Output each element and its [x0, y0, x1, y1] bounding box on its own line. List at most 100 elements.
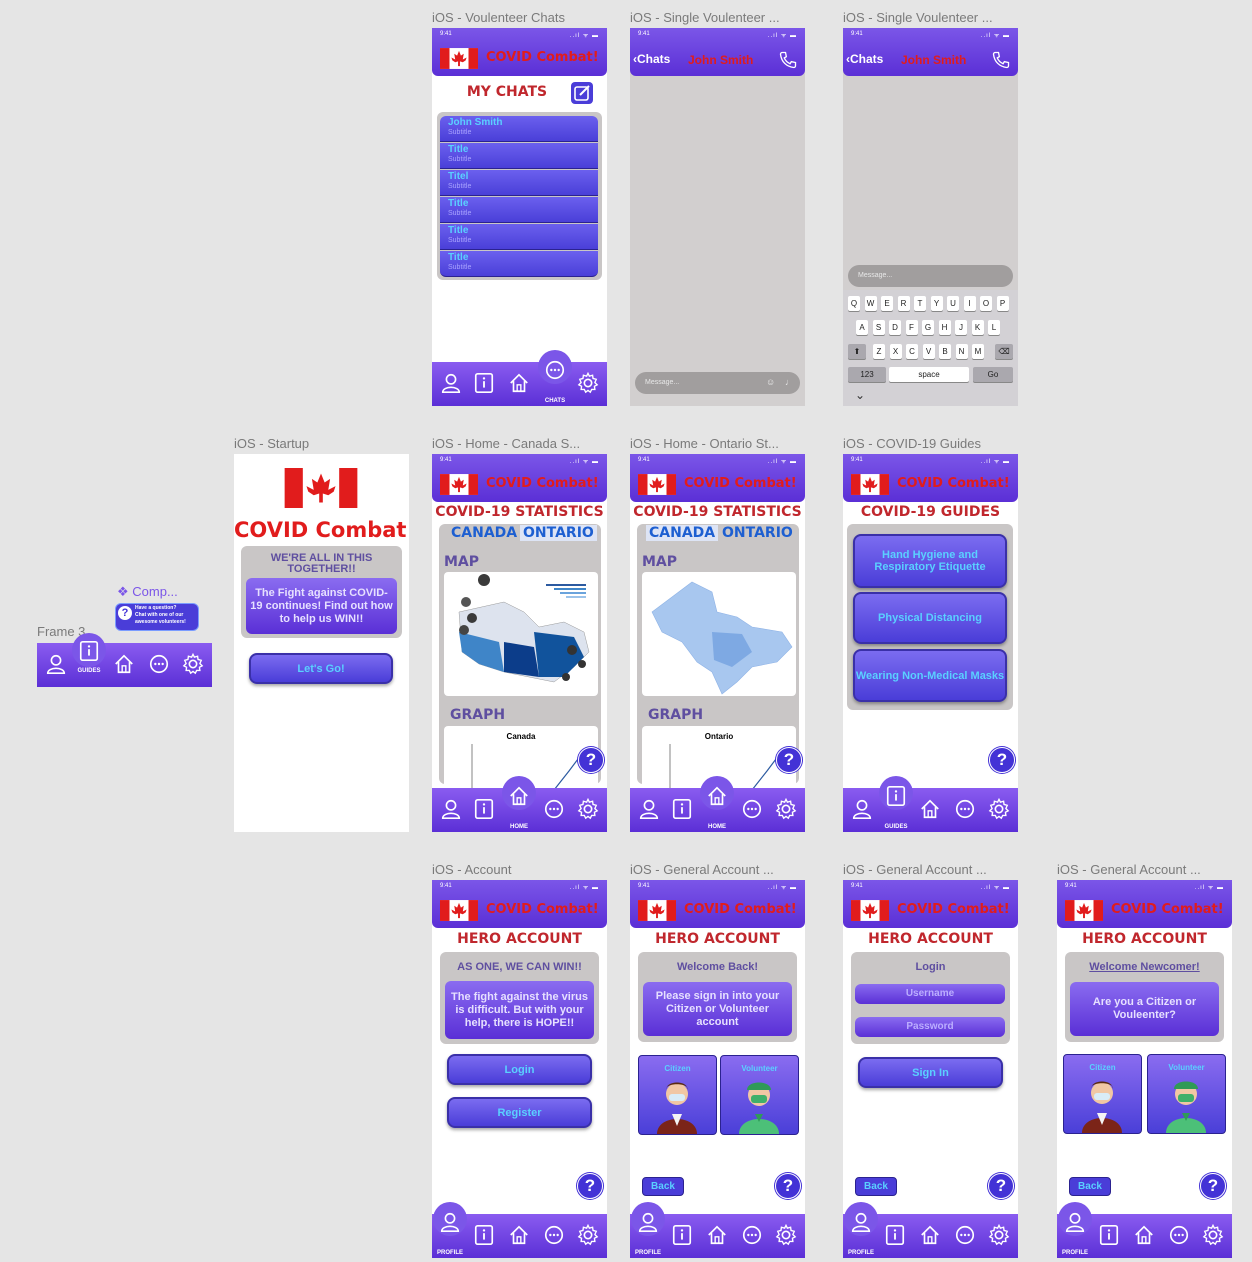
- guides-icon[interactable]: [885, 785, 907, 807]
- back-button[interactable]: Back: [855, 1177, 897, 1196]
- key-c[interactable]: C: [906, 344, 918, 359]
- guide-masks[interactable]: Wearing Non-Medical Masks: [853, 649, 1007, 702]
- sign-in-button[interactable]: Sign In: [858, 1057, 1003, 1088]
- chat-item[interactable]: Title Subtitle: [440, 224, 598, 250]
- chat-item[interactable]: Title Subtitle: [440, 197, 598, 223]
- guide-hand-hygiene[interactable]: Hand Hygiene and Respiratory Etiquette: [853, 534, 1007, 588]
- tab-ontario[interactable]: ONTARIO: [520, 525, 597, 541]
- key-h[interactable]: H: [938, 320, 951, 335]
- chat-icon[interactable]: [543, 1224, 565, 1246]
- guides-icon[interactable]: [1098, 1224, 1120, 1246]
- gear-icon[interactable]: [775, 1224, 797, 1246]
- lets-go-button[interactable]: Let's Go!: [249, 653, 393, 684]
- gear-icon[interactable]: [577, 798, 599, 820]
- key-a[interactable]: A: [856, 320, 868, 335]
- chat-icon[interactable]: [741, 1224, 763, 1246]
- guides-icon[interactable]: [671, 798, 693, 820]
- guides-icon[interactable]: [884, 1224, 906, 1246]
- key-s[interactable]: S: [872, 320, 885, 335]
- chat-icon[interactable]: [741, 798, 763, 820]
- gear-icon[interactable]: [988, 1224, 1010, 1246]
- home-icon[interactable]: [1133, 1224, 1155, 1246]
- key-e[interactable]: E: [881, 296, 893, 311]
- key-l[interactable]: L: [988, 320, 1000, 335]
- back-button[interactable]: Back: [1069, 1177, 1111, 1196]
- password-field[interactable]: Password: [855, 1017, 1005, 1037]
- citizen-card[interactable]: Citizen: [638, 1055, 717, 1135]
- phone-icon[interactable]: [991, 50, 1011, 70]
- message-input[interactable]: Message...: [635, 372, 800, 394]
- message-input[interactable]: Message...: [848, 265, 1013, 287]
- home-icon[interactable]: [508, 785, 530, 807]
- key-v[interactable]: V: [922, 344, 935, 359]
- home-icon[interactable]: [706, 1224, 728, 1246]
- shift-key[interactable]: ⬆: [848, 344, 866, 359]
- delete-key[interactable]: ⌫: [995, 344, 1013, 359]
- chat-icon[interactable]: [954, 1224, 976, 1246]
- guide-physical-distancing[interactable]: Physical Distancing: [853, 592, 1007, 644]
- key-f[interactable]: F: [905, 320, 918, 335]
- tab-canada[interactable]: CANADA: [451, 525, 517, 541]
- profile-icon[interactable]: [1064, 1211, 1086, 1233]
- chat-icon[interactable]: [1168, 1224, 1190, 1246]
- guides-icon[interactable]: [671, 1224, 693, 1246]
- key-m[interactable]: M: [972, 344, 984, 359]
- key-n[interactable]: N: [955, 344, 968, 359]
- profile-icon[interactable]: [440, 798, 462, 820]
- gear-icon[interactable]: [182, 653, 204, 675]
- key-w[interactable]: W: [864, 296, 877, 311]
- space-key[interactable]: space: [889, 367, 969, 382]
- help-button[interactable]: ?: [989, 747, 1015, 773]
- back-chats-button[interactable]: ‹Chats: [846, 52, 883, 66]
- username-field[interactable]: Username: [855, 984, 1005, 1004]
- key-x[interactable]: X: [889, 344, 902, 359]
- phone-icon[interactable]: [778, 50, 798, 70]
- key-z[interactable]: Z: [873, 344, 885, 359]
- chat-icon[interactable]: [544, 359, 566, 381]
- key-o[interactable]: O: [980, 296, 992, 311]
- gear-icon[interactable]: [775, 798, 797, 820]
- volunteer-card[interactable]: Volunteer: [720, 1055, 799, 1135]
- home-icon[interactable]: [508, 372, 530, 394]
- back-chats-button[interactable]: ‹Chats: [633, 52, 670, 66]
- gear-icon[interactable]: [1202, 1224, 1224, 1246]
- guides-icon[interactable]: [473, 372, 495, 394]
- help-tooltip-component[interactable]: ? Have a question? Chat with one of our …: [115, 603, 199, 631]
- volunteer-card[interactable]: Volunteer: [1147, 1054, 1226, 1134]
- key-i[interactable]: I: [963, 296, 976, 311]
- home-icon[interactable]: [508, 1224, 530, 1246]
- profile-icon[interactable]: [851, 798, 873, 820]
- key-b[interactable]: B: [939, 344, 951, 359]
- canada-map[interactable]: [444, 572, 598, 696]
- key-p[interactable]: P: [996, 296, 1009, 311]
- home-icon[interactable]: [919, 798, 941, 820]
- gear-icon[interactable]: [577, 372, 599, 394]
- help-button[interactable]: ?: [775, 1173, 801, 1199]
- key-r[interactable]: R: [897, 296, 910, 311]
- chat-icon[interactable]: [954, 798, 976, 820]
- guides-icon[interactable]: [473, 1224, 495, 1246]
- profile-icon[interactable]: [440, 372, 462, 394]
- chat-icon[interactable]: [543, 798, 565, 820]
- help-button[interactable]: ?: [1200, 1173, 1226, 1199]
- ontario-map[interactable]: [642, 572, 796, 696]
- profile-icon[interactable]: [439, 1211, 461, 1233]
- key-u[interactable]: U: [947, 296, 959, 311]
- mic-icon[interactable]: ♩: [785, 377, 794, 387]
- register-button[interactable]: Register: [447, 1097, 592, 1128]
- help-button[interactable]: ?: [988, 1173, 1014, 1199]
- compose-icon[interactable]: [570, 81, 594, 105]
- chevron-down-icon[interactable]: ⌄: [855, 388, 865, 402]
- chat-item[interactable]: John Smith Subtitle: [440, 116, 598, 142]
- welcome-newcomer-link[interactable]: Welcome Newcomer!: [1065, 961, 1224, 973]
- key-d[interactable]: D: [889, 320, 901, 335]
- chat-item[interactable]: Title Subtitle: [440, 143, 598, 169]
- chat-icon[interactable]: [148, 653, 170, 675]
- gear-icon[interactable]: [577, 1224, 599, 1246]
- key-g[interactable]: G: [922, 320, 934, 335]
- home-icon[interactable]: [706, 785, 728, 807]
- key-j[interactable]: J: [955, 320, 967, 335]
- guides-icon[interactable]: [473, 798, 495, 820]
- key-y[interactable]: Y: [930, 296, 943, 311]
- chat-item[interactable]: Titel Subtitle: [440, 170, 598, 196]
